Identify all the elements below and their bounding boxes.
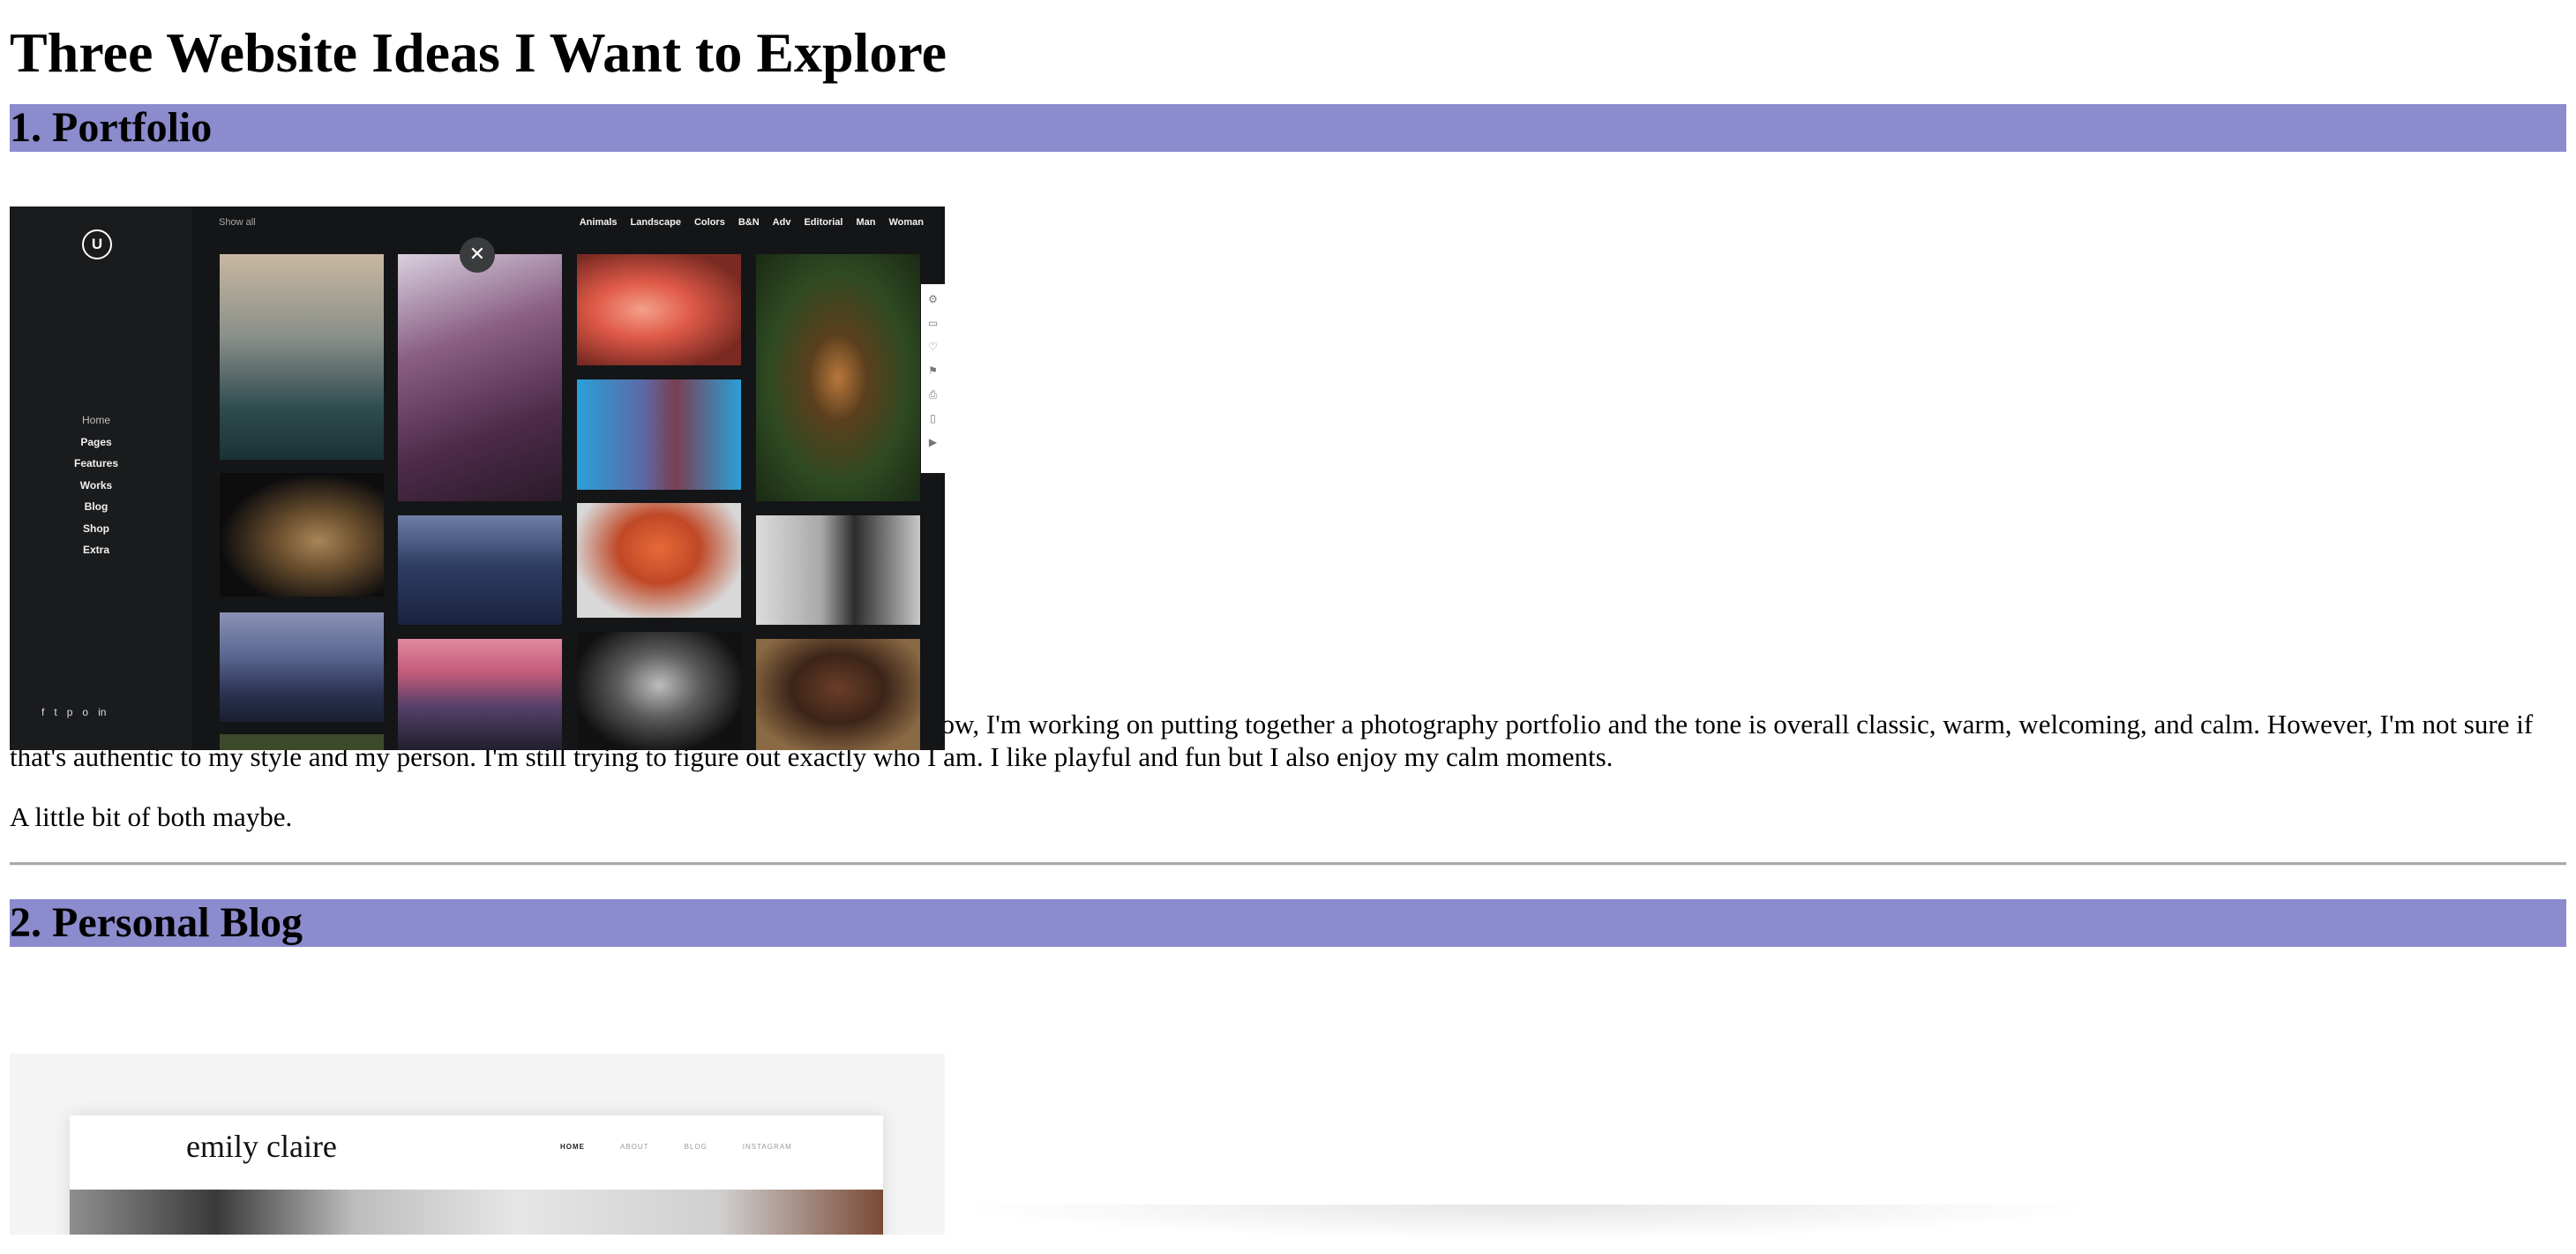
print-icon: ⎙ (928, 388, 938, 401)
portfolio-categories: Animals Landscape Colors B&N Adv Editori… (580, 217, 924, 228)
portfolio-screenshot: U Home Pages Features Works Blog Shop Ex… (10, 206, 945, 750)
facebook-icon: f (41, 706, 45, 718)
portfolio-toolbar: ⚙ ▭ ♡ ⚑ ⎙ ▯ ▶ (921, 284, 945, 473)
portfolio-show-all: Show all (219, 217, 256, 228)
portfolio-category: Adv (772, 217, 791, 228)
photo-woman-profile (398, 254, 562, 501)
blog-screenshot: emily claire HOME ABOUT BLOG INSTAGRAM (10, 1054, 945, 1235)
blog-nav-item: ABOUT (620, 1143, 649, 1151)
portfolio-category: Landscape (630, 217, 681, 228)
photo-glacier (220, 612, 384, 722)
portfolio-logo: U (82, 229, 112, 259)
section-heading-portfolio: 1. Portfolio (10, 104, 2566, 152)
blog-nav-item: HOME (560, 1143, 585, 1151)
photo-mountains (398, 515, 562, 625)
portfolio-nav-item: Blog (84, 500, 109, 513)
bookmark-icon: ⚑ (928, 364, 938, 377)
portfolio-category: Man (856, 217, 876, 228)
photo-cat (577, 632, 741, 750)
portfolio-category: Animals (579, 217, 618, 228)
blog-nav-item: INSTAGRAM (742, 1143, 792, 1151)
portfolio-category: Editorial (804, 217, 843, 228)
portfolio-paragraph-2: A little bit of both maybe. (10, 801, 293, 832)
blog-nav: HOME ABOUT BLOG INSTAGRAM (560, 1143, 792, 1151)
photo-flamingo (577, 254, 741, 365)
tablet-icon: ▯ (930, 412, 936, 424)
photo-green (220, 734, 384, 750)
page-title: Three Website Ideas I Want to Explore (10, 21, 947, 84)
linkedin-icon: in (98, 706, 107, 718)
heart-icon: ♡ (928, 341, 938, 353)
photo-woman-water (220, 254, 384, 460)
section-heading-blog: 2. Personal Blog (10, 899, 2566, 947)
photo-woman-portrait (756, 639, 920, 750)
portfolio-nav-item: Shop (83, 522, 109, 535)
twitter-icon: t (54, 706, 57, 718)
comment-icon: ▭ (927, 317, 939, 329)
photo-sunset-beach (398, 639, 562, 750)
portfolio-nav-item: Features (73, 457, 119, 469)
blog-hero-image (70, 1190, 883, 1235)
portfolio-social-icons: f t p o in (41, 706, 106, 718)
blog-brand: emily claire (186, 1129, 337, 1164)
photo-woman-window (756, 515, 920, 625)
close-icon: ✕ (460, 237, 495, 273)
portfolio-nav-item: Works (79, 478, 113, 492)
blog-card: emily claire HOME ABOUT BLOG INSTAGRAM (70, 1115, 883, 1235)
portfolio-nav-item: Home (81, 414, 110, 426)
portfolio-nav-item: Pages (80, 435, 112, 448)
portfolio-nav-item: Extra (82, 544, 110, 556)
portfolio-nav: Home Pages Features Works Blog Shop Extr… (10, 409, 183, 561)
gear-icon: ⚙ (928, 293, 938, 305)
pinterest-icon: p (66, 706, 73, 718)
portfolio-category: Colors (693, 217, 725, 228)
dribbble-icon: o (82, 706, 89, 718)
photo-woman-headwrap (577, 379, 741, 490)
portfolio-category: Woman (888, 217, 924, 228)
portfolio-category: B&N (738, 217, 760, 228)
photo-squirrel (756, 254, 920, 501)
blog-nav-item: BLOG (684, 1143, 708, 1151)
shadow-fade (953, 1205, 2100, 1240)
photo-redhead (577, 503, 741, 618)
portfolio-sidebar: U Home Pages Features Works Blog Shop Ex… (10, 206, 191, 750)
photo-dog (220, 473, 384, 597)
video-icon: ▶ (928, 436, 938, 448)
